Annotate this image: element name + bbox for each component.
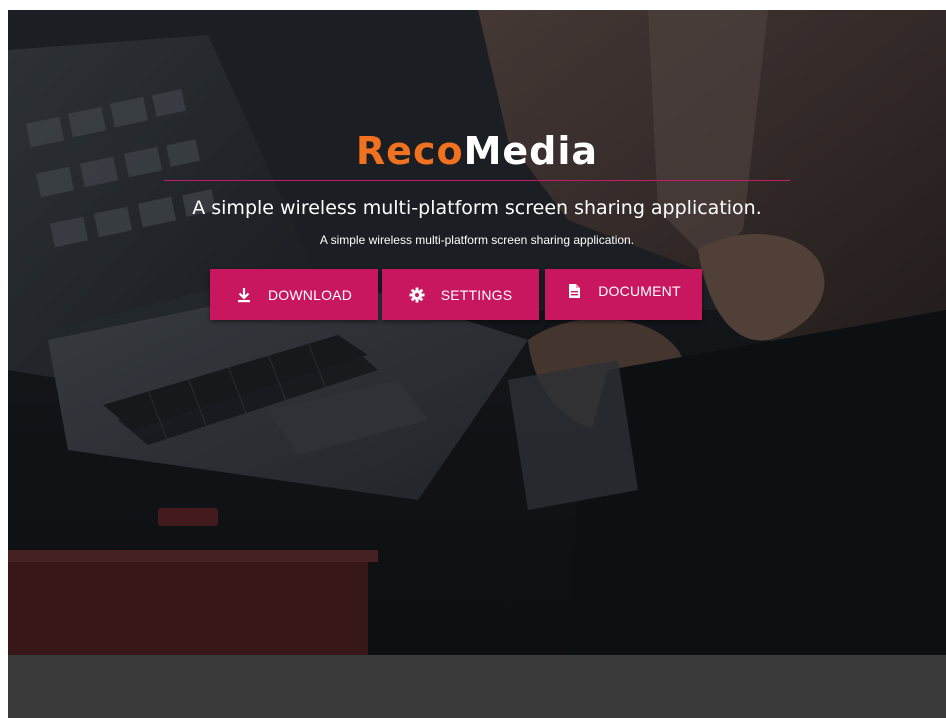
settings-button-label: SETTINGS xyxy=(440,286,513,303)
hero-section: RecoMedia A simple wireless multi-platfo… xyxy=(8,10,946,655)
hero-subtagline: A simple wireless multi-platform screen … xyxy=(319,233,635,247)
brand-logo-part1: Reco xyxy=(355,129,464,173)
brand-logo: RecoMedia xyxy=(8,128,946,174)
hero-overlay xyxy=(8,10,946,655)
hero-content: RecoMedia A simple wireless multi-platfo… xyxy=(8,128,946,248)
download-icon xyxy=(236,287,252,303)
brand-logo-part2: Media xyxy=(463,129,599,173)
document-icon xyxy=(566,283,582,299)
download-button[interactable]: DOWNLOAD xyxy=(210,269,378,320)
hero-tagline: A simple wireless multi-platform screen … xyxy=(192,197,762,219)
footer-band xyxy=(8,655,946,718)
settings-button[interactable]: SETTINGS xyxy=(382,269,539,320)
brand-divider xyxy=(164,180,790,181)
download-button-label: DOWNLOAD xyxy=(267,286,353,303)
page-frame: RecoMedia A simple wireless multi-platfo… xyxy=(8,10,946,718)
document-button[interactable]: DOCUMENT xyxy=(545,269,702,320)
action-buttons: DOWNLOAD SETTINGS DOCUMENT xyxy=(8,269,946,321)
gear-icon xyxy=(409,287,425,303)
document-button-label: DOCUMENT xyxy=(598,282,681,299)
